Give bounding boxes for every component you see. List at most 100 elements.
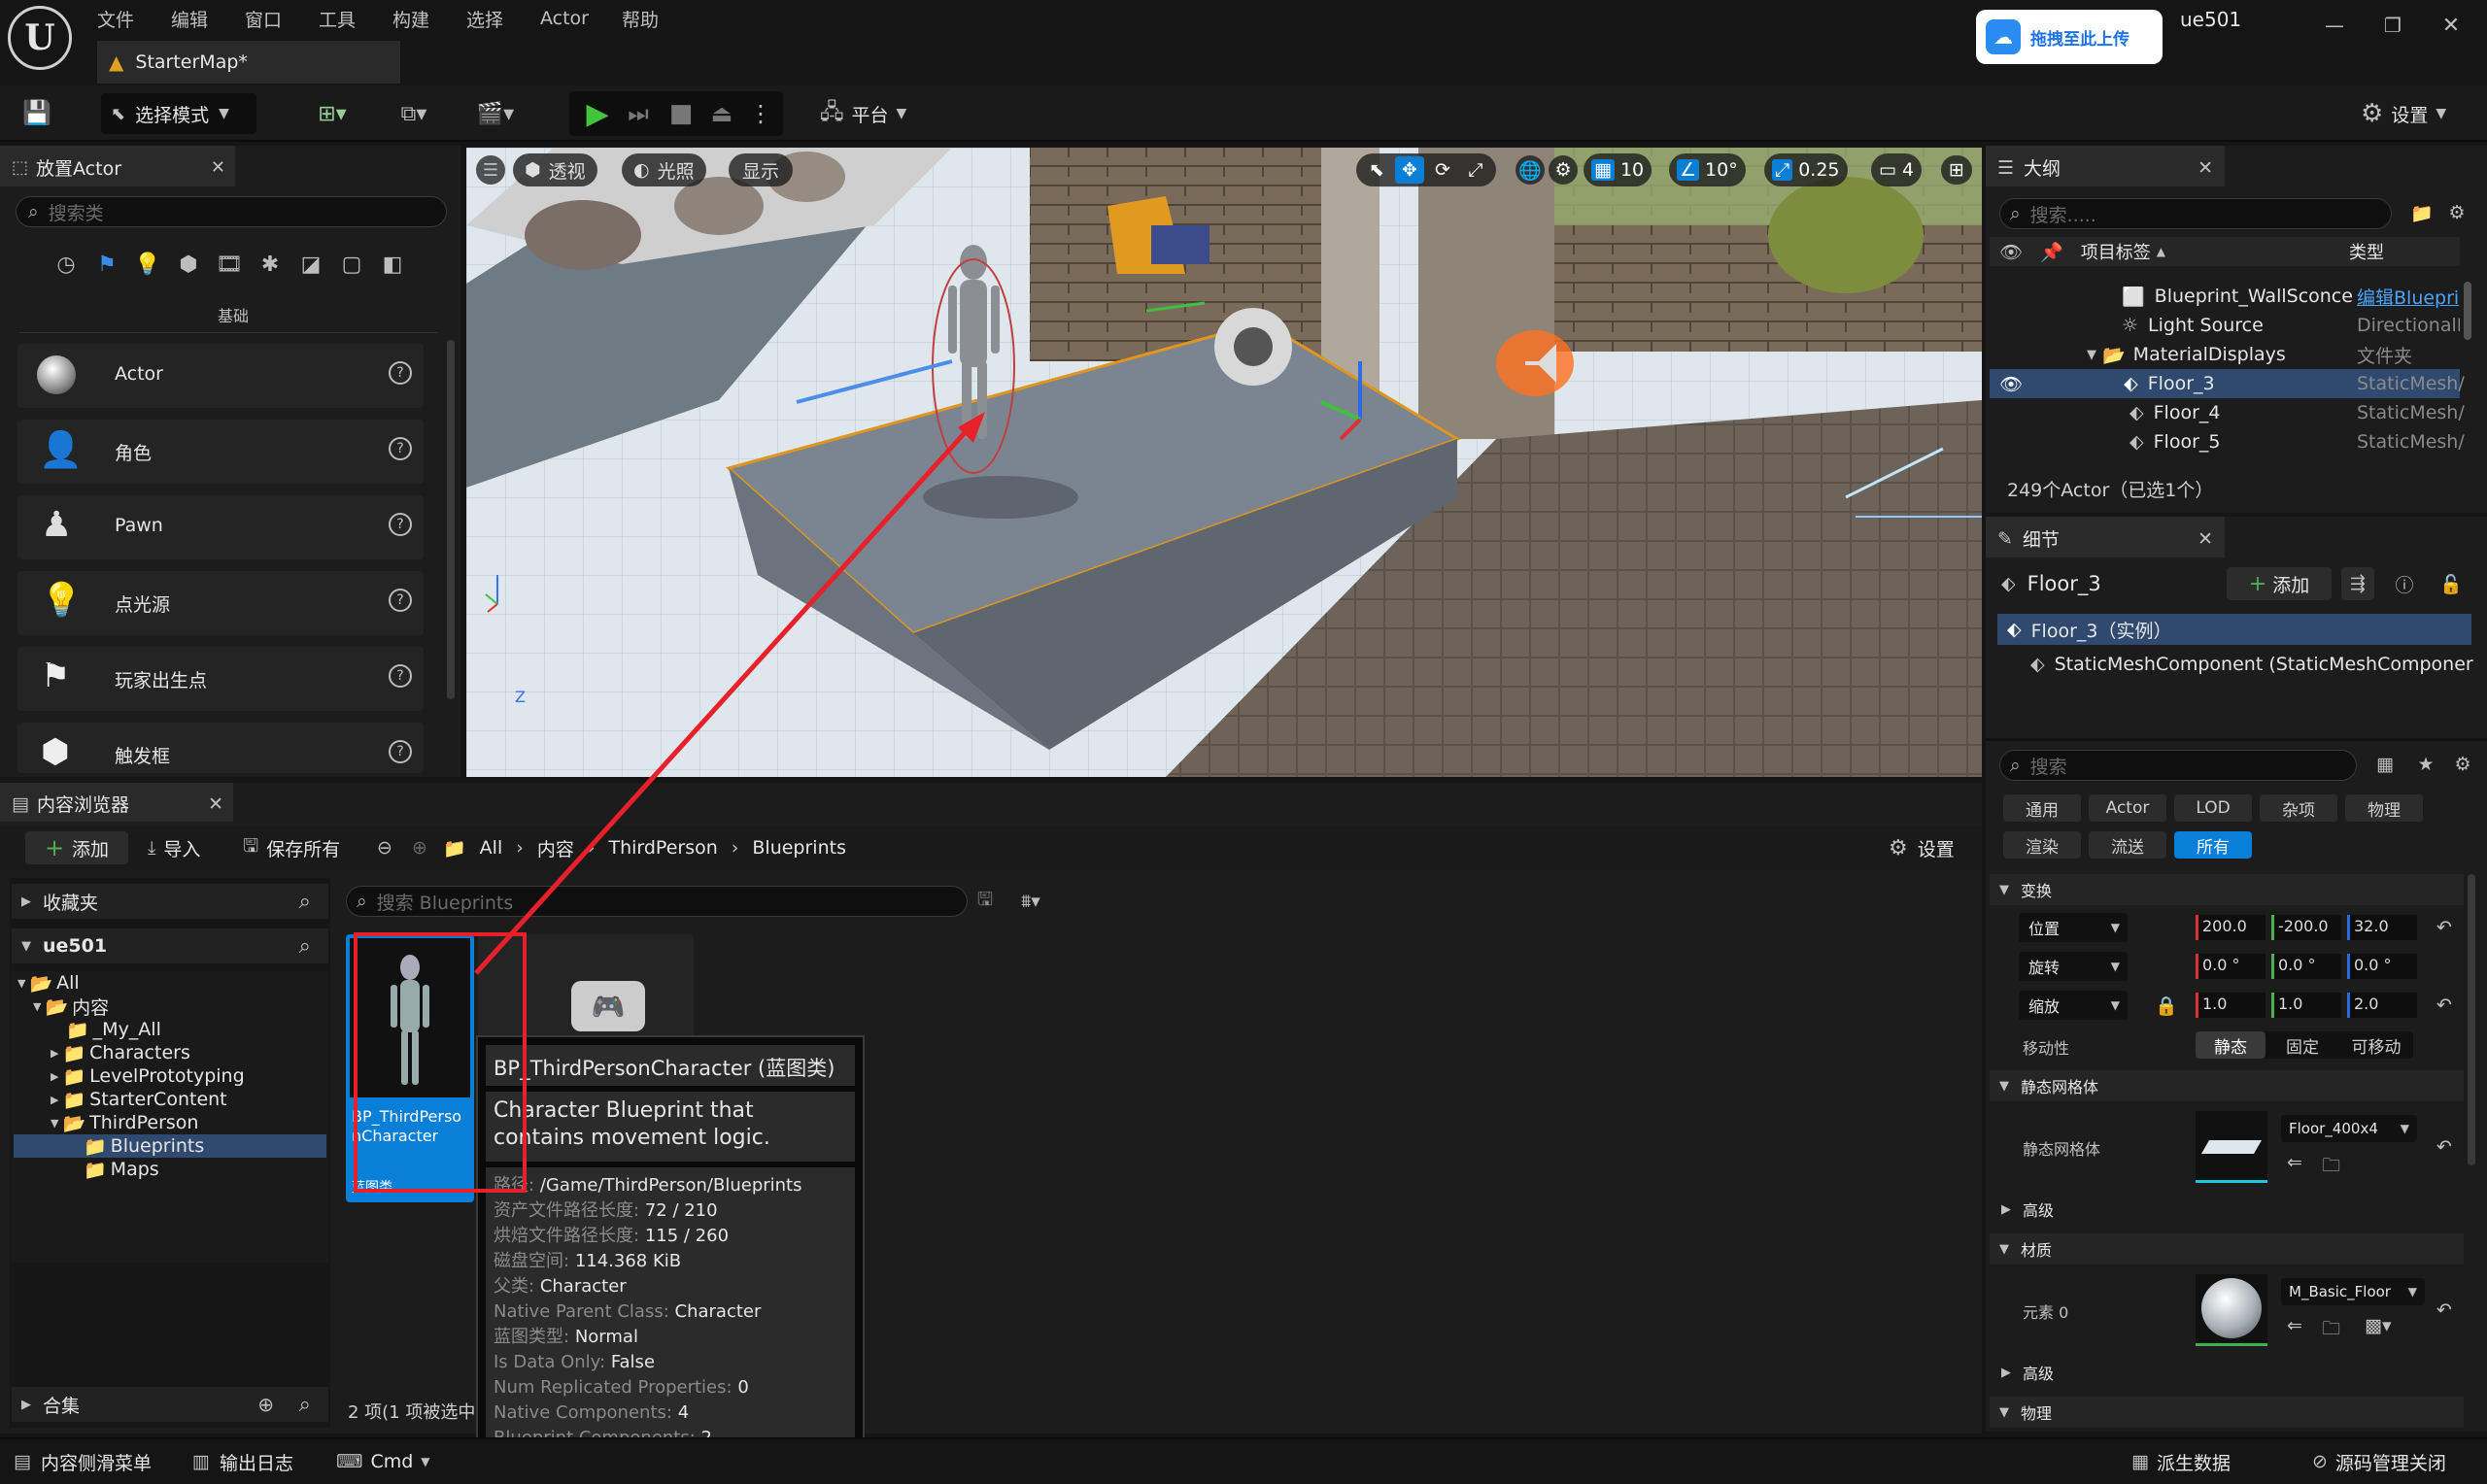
basic-icon[interactable]: ⚑ (89, 247, 124, 282)
forward-icon[interactable]: ⊕ (406, 833, 433, 862)
tree-item[interactable]: ▶ 📁 LevelPrototyping (51, 1064, 245, 1088)
cmd-dropdown[interactable]: ⌨ Cmd ▼ (336, 1445, 430, 1478)
scale-dropdown[interactable]: 缩放 ▼ (2019, 991, 2128, 1020)
eject-icon[interactable]: ⏏ (705, 95, 738, 132)
details-scrollbar[interactable] (2468, 874, 2475, 1165)
outliner-search[interactable]: ⌕ 搜索..... (1999, 198, 2392, 229)
advanced-row-2[interactable]: ▶ 高级 (1990, 1358, 2464, 1387)
viewport-menu-icon[interactable]: ☰ (476, 155, 505, 185)
camera-speed-button[interactable]: ▭ 4 (1871, 153, 1923, 186)
menu-tools[interactable]: 工具 (319, 6, 392, 32)
tree-item[interactable]: 📁 Maps (84, 1158, 159, 1181)
platform-dropdown[interactable]: 🖧 平台 ▼ (820, 95, 906, 132)
outliner-scrollbar[interactable] (2464, 282, 2471, 340)
outliner-col-label[interactable]: 项目标签 (2081, 239, 2151, 264)
asset-search[interactable]: ⌕ 搜索 Blueprints (346, 886, 968, 917)
transform-section-header[interactable]: ▼ 变换 (1990, 874, 2464, 905)
place-actors-search[interactable]: ⌕ 搜索类 (16, 196, 447, 227)
actor-item-player-start[interactable]: ⚑ 玩家出生点 ? (17, 647, 424, 711)
reset-icon[interactable]: ↶ (2436, 1299, 2452, 1321)
tree-item[interactable]: ▼ 📂 内容 (33, 995, 109, 1019)
upload-button[interactable]: ☁ 拖拽至此上传 (1976, 10, 2163, 64)
material-dropdown[interactable]: M_Basic_Floor ▼ (2281, 1278, 2425, 1305)
rotation-x-field[interactable]: 0.0 ° (2196, 954, 2266, 979)
help-icon[interactable]: ? (389, 589, 412, 612)
outliner-row[interactable]: ⬜ Blueprint_WallSconce 编辑Bluepri (1990, 282, 2460, 311)
mobility-movable[interactable]: 可移动 (2339, 1031, 2413, 1059)
material-thumbnail[interactable] (2196, 1274, 2267, 1346)
help-icon[interactable]: ? (389, 361, 412, 385)
menu-help[interactable]: 帮助 (622, 6, 696, 32)
outliner-tab[interactable]: ☰ 大纲 ✕ (1986, 146, 2225, 186)
blueprints-icon[interactable]: ⧉▾ (385, 97, 443, 130)
search-icon[interactable]: ⌕ (299, 934, 311, 959)
tree-item[interactable]: 📁 _My_All (66, 1018, 161, 1041)
back-icon[interactable]: ⊖ (371, 833, 398, 862)
settings-dropdown[interactable]: ⚙ 设置 ▼ (2361, 95, 2446, 132)
tree-item[interactable]: ▶ 📁 Characters (51, 1041, 190, 1064)
tree-item-selected[interactable]: 📁 Blueprints (14, 1134, 326, 1158)
save-search-icon[interactable]: 🖫 (971, 888, 999, 915)
outliner-row[interactable]: ☼ Light Source DirectionalL (1990, 311, 2460, 340)
material-options-icon[interactable]: ▩▾ (2365, 1315, 2392, 1336)
filter-all[interactable]: 所有 (2174, 831, 2252, 859)
browse-icon[interactable]: 🗀 (2322, 1315, 2340, 1346)
derived-data-button[interactable]: ▦ 派生数据 (2131, 1445, 2231, 1478)
actor-item-pawn[interactable]: ♟ Pawn ? (17, 495, 424, 559)
static-mesh-section-header[interactable]: ▼ 静态网格体 (1990, 1070, 2464, 1101)
place-actors-scrollbar[interactable] (447, 340, 455, 699)
chevron-right-icon[interactable]: › (588, 837, 596, 859)
reset-icon[interactable]: ↶ (2436, 995, 2452, 1016)
table-view-icon[interactable]: ▦ (2370, 750, 2400, 779)
viewport-layout-icon[interactable]: ⊞ (1941, 155, 1972, 185)
details-search[interactable]: ⌕ 搜索 (1999, 750, 2357, 781)
help-icon[interactable]: ? (389, 513, 412, 536)
location-dropdown[interactable]: 位置 ▼ (2019, 913, 2128, 942)
lights-icon[interactable]: 💡 (130, 247, 165, 282)
add-collection-icon[interactable]: ⊕ (257, 1393, 274, 1416)
actor-item-trigger-box[interactable]: ⬢ 触发框 ? (17, 723, 424, 773)
actor-item-point-light[interactable]: 💡 点光源 ? (17, 571, 424, 635)
cinematic-icon[interactable]: 🎞 (212, 247, 247, 282)
output-log-button[interactable]: ▥ 输出日志 (192, 1445, 293, 1478)
rotation-dropdown[interactable]: 旋转 ▼ (2019, 952, 2128, 981)
details-tab[interactable]: ✎ 细节 ✕ (1986, 517, 2225, 557)
filter-lod[interactable]: LOD (2174, 794, 2252, 822)
outliner-settings-icon[interactable]: ⚙ (2442, 198, 2471, 227)
save-icon[interactable]: 💾 (19, 95, 54, 130)
more-options-icon[interactable]: ⋮ (748, 95, 773, 132)
asset-tile[interactable]: 🎮 (478, 934, 694, 1051)
rotation-snap-button[interactable]: ∠ 10° (1669, 153, 1746, 186)
use-selected-icon[interactable]: ⇐ (2287, 1315, 2302, 1336)
cinematics-icon[interactable]: 🎬▾ (466, 97, 525, 130)
component-row[interactable]: ⬖ StaticMeshComponent (StaticMeshCompone… (2030, 649, 2477, 680)
filter-actor[interactable]: Actor (2089, 794, 2166, 822)
breadcrumb-blueprints[interactable]: Blueprints (752, 837, 846, 859)
breadcrumb-thirdperson[interactable]: ThirdPerson (608, 837, 717, 859)
restore-icon[interactable]: ❐ (2370, 8, 2415, 43)
close-tab-icon[interactable]: ✕ (2197, 528, 2213, 550)
lock-icon[interactable]: 🔓 (2435, 567, 2468, 600)
close-tab-icon[interactable]: ✕ (208, 793, 223, 815)
menu-edit[interactable]: 编辑 (171, 6, 245, 32)
content-settings-button[interactable]: ⚙ 设置 (1889, 833, 1955, 862)
select-mode-dropdown[interactable]: ⬉ 选择模式 ▼ (101, 93, 256, 134)
outliner-row-selected[interactable]: 👁 ⬖ Floor_3 StaticMesh/ (1990, 369, 2465, 398)
mobility-stationary[interactable]: 固定 (2266, 1031, 2339, 1059)
location-z-field[interactable]: 32.0 (2347, 915, 2417, 940)
save-all-button[interactable]: 🖫 保存所有 (243, 831, 340, 864)
lock-ratio-icon[interactable]: 🔒 (2155, 995, 2178, 1017)
actor-item-actor[interactable]: Actor ? (17, 344, 424, 408)
place-actors-tab[interactable]: ⬚ 放置Actor ✕ (0, 146, 235, 186)
filter-rendering[interactable]: 渲染 (2003, 831, 2081, 859)
show-button[interactable]: 显示 (729, 153, 794, 186)
rotation-y-field[interactable]: 0.0 ° (2271, 954, 2341, 979)
breadcrumb-content[interactable]: 内容 (537, 835, 574, 861)
use-selected-icon[interactable]: ⇐ (2287, 1152, 2302, 1173)
asset-tile-selected[interactable]: BP_ThirdPersonCharacter 蓝图类 (346, 934, 474, 1202)
all-classes-icon[interactable]: ◧ (375, 247, 410, 282)
grid-snap-button[interactable]: ▦ 10 (1584, 153, 1652, 186)
geometry-icon[interactable]: ◪ (293, 247, 328, 282)
perspective-button[interactable]: ⬢ 透视 (513, 153, 597, 186)
recent-icon[interactable]: ◷ (49, 247, 84, 282)
